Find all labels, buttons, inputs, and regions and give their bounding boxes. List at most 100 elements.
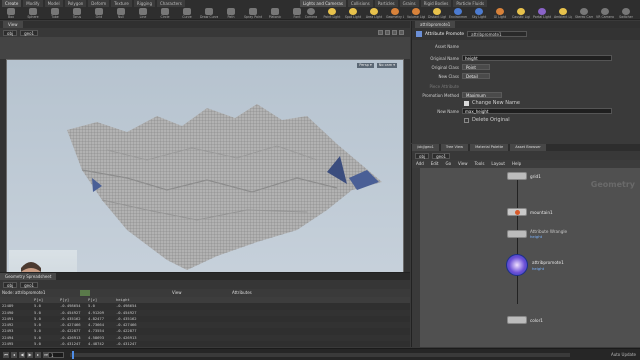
tab-view[interactable]: View (3, 21, 23, 28)
tool-curve[interactable]: Curve (178, 8, 196, 19)
new-name-field[interactable]: max_height (462, 108, 612, 114)
tool-volume-light[interactable]: Volume Light (407, 8, 425, 19)
menu-go[interactable]: Go (446, 160, 452, 168)
tool-stereo-camera[interactable]: Stereo Camera (575, 8, 593, 19)
tab-material-palette[interactable]: Material Palette (470, 144, 509, 151)
tool-environment-light[interactable]: Environment Light (449, 8, 467, 19)
tool-box[interactable]: Box (2, 8, 20, 19)
tool-portal-light[interactable]: Portal Light (533, 8, 551, 19)
tool-ambient-light[interactable]: Ambient Light (554, 8, 572, 19)
node-grid1[interactable] (507, 172, 527, 180)
camera-menu-icon[interactable] (392, 30, 397, 35)
menu-layout[interactable]: Layout (491, 160, 505, 168)
tab-network[interactable]: /obj/geo1 (412, 144, 439, 151)
shelf-tab-particles[interactable]: Particles (374, 0, 398, 7)
tool-circle[interactable]: Circle (156, 8, 174, 19)
tool-grid[interactable]: Grid (90, 8, 108, 19)
display-options-icon[interactable] (378, 30, 383, 35)
shelf-tab-texture[interactable]: Texture (111, 0, 132, 7)
tool-camera[interactable]: Camera (302, 8, 320, 19)
timeline-slider[interactable] (70, 351, 570, 359)
snap-icon[interactable] (399, 30, 404, 35)
tool-spray-paint[interactable]: Spray Paint (244, 8, 262, 19)
tool-tube[interactable]: Tube (46, 8, 64, 19)
jump-start-icon[interactable]: ⏮ (3, 352, 9, 358)
tool-platonic[interactable]: Platonic (266, 8, 284, 19)
tool-line[interactable]: Line (134, 8, 152, 19)
tool-path[interactable]: Path (222, 8, 240, 19)
frame-marker[interactable] (72, 351, 74, 359)
node-mountain1[interactable] (507, 208, 527, 216)
shelf-tab-lights-cameras[interactable]: Lights and Cameras (300, 0, 346, 7)
step-back-icon[interactable]: ◂ (11, 352, 17, 358)
shelf-tab-polygon[interactable]: Polygon (64, 0, 87, 7)
auto-update-label[interactable]: Auto Update (611, 352, 636, 357)
shelf-tab-rigging[interactable]: Rigging (133, 0, 155, 7)
network-canvas[interactable]: Geometry grid1 mountain1 Attribute Wrang… (420, 168, 640, 347)
tool-torus[interactable]: Torus (68, 8, 86, 19)
shelf-tab-characters[interactable]: Characters (156, 0, 185, 7)
shelf-tab-grains[interactable]: Grains (399, 0, 419, 7)
original-class-select[interactable]: Point (462, 64, 490, 70)
context-watermark: Geometry (590, 180, 635, 189)
tool-null[interactable]: Null (112, 8, 130, 19)
tab-tree-view[interactable]: Tree View (440, 144, 469, 151)
spreadsheet-header: Node: attribpromote1 View Attributes (0, 289, 410, 297)
view-dropdown[interactable]: View (170, 289, 210, 297)
change-new-name-checkbox[interactable] (464, 100, 469, 106)
shelf-tab-collisions[interactable]: Collisions (347, 0, 373, 7)
node-label: Node: attribpromote1 (2, 290, 46, 295)
tool-distant-light[interactable]: Distant Light (428, 8, 446, 19)
viewport-3d[interactable]: Persp ▾ No cam ▾ (6, 59, 404, 322)
menu-add[interactable]: Add (416, 160, 424, 168)
tool-switcher[interactable]: Switcher (617, 8, 635, 19)
point-mode-button[interactable] (80, 290, 90, 296)
frame-field[interactable]: 1 (48, 352, 64, 358)
shelf-tab-deform[interactable]: Deform (88, 0, 110, 7)
shelf-tab-rigid-bodies[interactable]: Rigid Bodies (420, 0, 452, 7)
play-icon[interactable]: ▶ (27, 352, 33, 358)
path-geo1[interactable]: geo1 (432, 152, 451, 159)
node-color1[interactable] (507, 316, 527, 324)
table-row[interactable]: 22495 5.0 -0.431247 4.48742 -0.431247 (0, 341, 410, 347)
node-attribute-wrangle[interactable] (507, 230, 527, 238)
tool-geometry-light[interactable]: Geometry Light (386, 8, 404, 19)
tool-spot-light[interactable]: Spot Light (344, 8, 362, 19)
menu-view[interactable]: View (458, 160, 468, 168)
tool-area-light[interactable]: Area Light (365, 8, 383, 19)
attributes-dropdown[interactable]: Attributes (230, 289, 290, 297)
node-name-field[interactable]: attribpromote1 (467, 31, 528, 37)
tool-draw-curve[interactable]: Draw Curve (200, 8, 218, 19)
path-obj[interactable]: obj (415, 152, 430, 159)
network-menu-bar: Add Edit Go View Tools Layout Help (412, 160, 640, 168)
shelf-tab-particle-fluids[interactable]: Particle Fluids (453, 0, 488, 7)
menu-edit[interactable]: Edit (431, 160, 439, 168)
shelf-tab-modify[interactable]: Modify (23, 0, 43, 7)
tool-caustic-light[interactable]: Caustic Light (512, 8, 530, 19)
tool-sphere[interactable]: Sphere (24, 8, 42, 19)
tab-geometry-spreadsheet[interactable]: Geometry Spreadsheet (0, 273, 57, 280)
tab-node-name[interactable]: attribpromote1 (415, 21, 456, 28)
step-forward-icon[interactable]: ▸ (35, 352, 41, 358)
play-reverse-icon[interactable]: ◀ (19, 352, 25, 358)
shelf-tab-model[interactable]: Model (44, 0, 63, 7)
delete-original-checkbox[interactable] (464, 117, 469, 123)
promotion-method-select[interactable]: Maximum (462, 92, 502, 98)
tool-point-light[interactable]: Point Light (323, 8, 341, 19)
path-obj[interactable]: obj (3, 281, 18, 288)
node-attribpromote1[interactable] (506, 254, 528, 276)
path-obj[interactable]: obj (3, 29, 18, 36)
path-geo1[interactable]: geo1 (20, 281, 39, 288)
tab-asset-browser[interactable]: Asset Browser (510, 144, 546, 151)
network-pane-tabs: /obj/geo1 Tree View Material Palette Ass… (412, 144, 640, 151)
tool-gi-light[interactable]: GI Light (491, 8, 509, 19)
tool-sky-light[interactable]: Sky Light (470, 8, 488, 19)
new-class-select[interactable]: Detail (462, 73, 490, 79)
original-name-field[interactable]: height (462, 55, 612, 61)
shading-icon[interactable] (385, 30, 390, 35)
path-geo1[interactable]: geo1 (20, 29, 39, 36)
tool-vr-camera[interactable]: VR Camera (596, 8, 614, 19)
menu-tools[interactable]: Tools (475, 160, 485, 168)
menu-help[interactable]: Help (512, 160, 521, 168)
shelf-tab-create[interactable]: Create (2, 0, 22, 7)
